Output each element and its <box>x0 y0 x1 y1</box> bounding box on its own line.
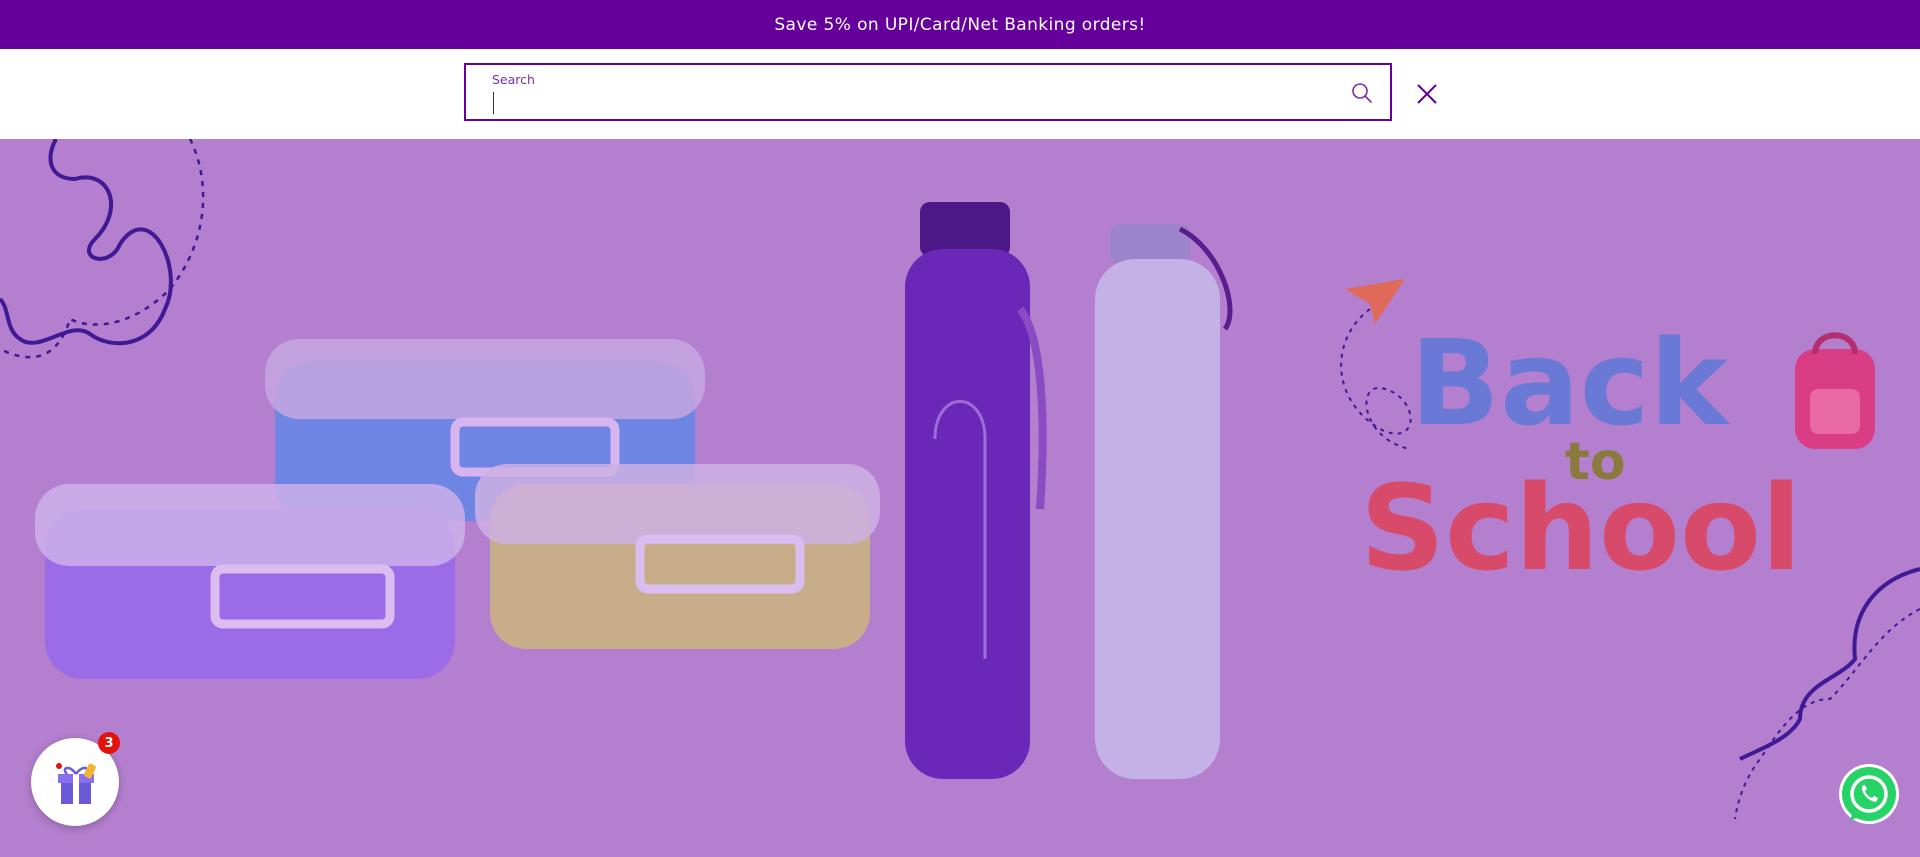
search-field[interactable]: Search <box>464 63 1392 121</box>
lunch-box-purple <box>35 484 465 679</box>
cloud-doodle-right <box>1739 567 1920 761</box>
announcement-bar: Save 5% on UPI/Card/Net Banking orders! <box>0 0 1920 49</box>
close-icon[interactable] <box>1414 81 1440 107</box>
announcement-text: Save 5% on UPI/Card/Net Banking orders! <box>774 14 1146 35</box>
search-label: Search <box>492 72 535 87</box>
header-search-bar: Search <box>0 49 1920 139</box>
search-input[interactable] <box>492 89 1332 115</box>
cloud-doodle-left <box>0 139 173 346</box>
lunch-box-beige <box>475 464 880 649</box>
bottle-lilac <box>1095 224 1233 779</box>
bottle-purple <box>905 202 1047 779</box>
paper-plane <box>1345 279 1405 324</box>
headline-school: School <box>1360 459 1802 597</box>
backpack-illustration <box>1795 332 1875 449</box>
text-caret <box>493 92 494 114</box>
notification-badge: 3 <box>98 732 120 754</box>
whatsapp-icon <box>1839 764 1899 824</box>
whatsapp-chat-button[interactable] <box>1836 763 1902 829</box>
hero-banner[interactable]: Back to School <box>0 139 1920 857</box>
search-icon[interactable] <box>1350 81 1374 105</box>
hero-illustration: Back to School <box>0 139 1920 820</box>
